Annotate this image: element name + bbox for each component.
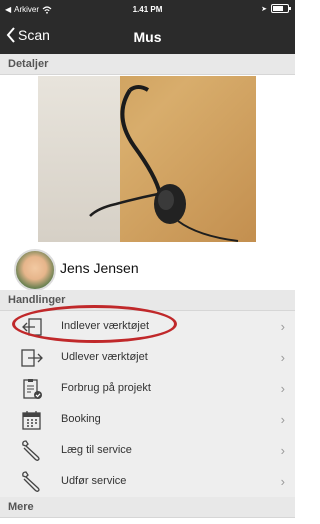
chevron-right-icon: › xyxy=(280,381,285,396)
action-label: Forbrug på projekt xyxy=(61,382,151,394)
status-bar: ◀ Arkiver 1.41 PM ➤ xyxy=(0,0,295,20)
calendar-icon xyxy=(22,411,41,430)
highlight-annotation xyxy=(12,305,177,343)
action-row-checkout-tool[interactable]: Udlever værktøjet › xyxy=(0,342,295,374)
action-row-booking[interactable]: Booking › xyxy=(0,404,295,436)
action-label: Udlever værktøjet xyxy=(61,351,148,363)
chevron-right-icon: › xyxy=(280,319,285,334)
action-label: Booking xyxy=(61,413,101,425)
chevron-right-icon: › xyxy=(280,474,285,489)
action-label: Læg til service xyxy=(61,444,132,456)
item-photo[interactable] xyxy=(38,76,256,242)
section-header-actions-label: Handlinger xyxy=(8,294,66,306)
clipboard-icon xyxy=(23,379,42,399)
profile-name: Jens Jensen xyxy=(60,260,139,276)
tool-checkout-icon xyxy=(21,349,43,367)
wrench-icon xyxy=(22,471,40,492)
section-header-details-label: Detaljer xyxy=(8,58,49,70)
chevron-right-icon: › xyxy=(280,443,285,458)
action-row-send-to-service[interactable]: Læg til service › xyxy=(0,435,295,467)
action-row-project-usage[interactable]: Forbrug på projekt › xyxy=(0,373,295,405)
action-label: Udfør service xyxy=(61,475,127,487)
status-time: 1.41 PM xyxy=(132,5,163,14)
avatar xyxy=(14,249,56,291)
action-row-perform-service[interactable]: Udfør service › xyxy=(0,466,295,498)
section-header-details: Detaljer xyxy=(0,54,295,75)
chevron-right-icon: › xyxy=(280,412,285,427)
headset-image xyxy=(89,85,239,242)
item-photo-container xyxy=(0,76,295,246)
navigation-bar: Scan Mus xyxy=(0,20,295,54)
location-arrow-icon: ➤ xyxy=(261,5,267,13)
section-header-more: Mere xyxy=(0,497,295,518)
chevron-right-icon: › xyxy=(280,350,285,365)
battery-icon xyxy=(271,4,291,13)
profile-row[interactable]: Jens Jensen xyxy=(0,246,295,291)
section-header-more-label: Mere xyxy=(8,501,34,513)
page-title: Mus xyxy=(133,29,162,45)
wrench-icon xyxy=(22,440,40,461)
status-right: ➤ xyxy=(261,4,291,13)
